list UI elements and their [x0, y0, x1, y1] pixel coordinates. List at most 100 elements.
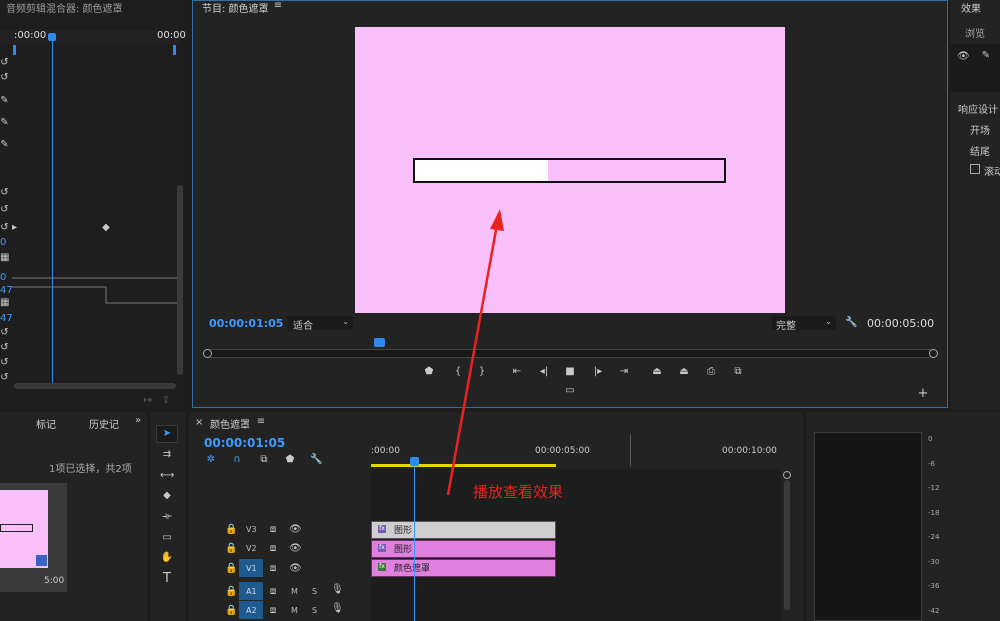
sync-icon[interactable]: ⧈	[268, 587, 278, 597]
eye-icon[interactable]: 👁	[289, 564, 302, 574]
track-row-v3[interactable]	[195, 521, 371, 539]
timeline-vertical-scrollbar[interactable]	[784, 480, 790, 610]
scroll-checkbox[interactable]	[970, 164, 980, 174]
effects-item-outro[interactable]: 结尾	[970, 143, 990, 158]
lock-icon[interactable]: 🔒	[225, 606, 237, 616]
extract-button[interactable]: ⏏	[677, 366, 691, 378]
timeline-timecode[interactable]: 00:00:01:05	[204, 436, 285, 450]
timeline-playhead-icon[interactable]	[410, 457, 419, 466]
lift-button[interactable]: ⏏	[650, 366, 664, 378]
mixer-grid-icon[interactable]: ▦	[0, 253, 9, 263]
mixer-horizontal-scrollbar[interactable]	[14, 383, 176, 389]
rectangle-tool[interactable]: ▭	[160, 533, 174, 543]
eye-icon[interactable]: 👁	[289, 525, 302, 535]
effects-item-scroll[interactable]: 滚动	[984, 163, 1000, 178]
ripple-edit-tool[interactable]: ⟷	[160, 471, 174, 481]
project-tab-marker[interactable]: 标记	[36, 416, 56, 431]
mixer-export-icon[interactable]: ↦	[142, 396, 154, 406]
effects-item-intro[interactable]: 开场	[970, 122, 990, 137]
go-to-in-button[interactable]: ⇤	[510, 366, 524, 378]
program-monitor-title[interactable]: 节目: 颜色遮罩	[202, 0, 269, 15]
program-timecode[interactable]: 00:00:01:05	[209, 317, 283, 330]
step-forward-button[interactable]: |▸	[591, 366, 605, 378]
effects-browse-tab[interactable]: 浏览	[965, 25, 985, 40]
more-tabs-icon[interactable]: »	[132, 416, 144, 426]
sync-icon[interactable]: ⧈	[268, 606, 278, 616]
solo-button[interactable]: S	[312, 606, 317, 615]
step-back-button[interactable]: ◂|	[537, 366, 551, 378]
mixer-reset-icon[interactable]: ↺	[0, 58, 9, 68]
snap-icon[interactable]: ✲	[205, 455, 217, 465]
mixer-reset-icon[interactable]: ↺	[0, 328, 9, 338]
lock-icon[interactable]: 🔒	[225, 587, 237, 597]
mixer-vertical-scrollbar[interactable]	[177, 185, 183, 375]
fit-dropdown[interactable]: 适合 ⌄	[287, 316, 353, 332]
stop-button[interactable]: ■	[563, 366, 577, 378]
eye-icon[interactable]: 👁	[957, 52, 970, 62]
quality-dropdown[interactable]: 完整 ⌄	[772, 316, 836, 332]
lock-icon[interactable]: 🔒	[225, 564, 237, 574]
clip-v2[interactable]: fx 图形	[371, 540, 556, 558]
close-icon[interactable]: ×	[195, 418, 203, 428]
mixer-reset-icon[interactable]: ↺	[0, 373, 9, 383]
mixer-share-icon[interactable]: ⇪	[160, 396, 172, 406]
microphone-icon[interactable]: 🎙	[331, 585, 344, 595]
panel-menu-icon[interactable]: ≡	[256, 417, 266, 427]
track-select-tool[interactable]: ⇉	[160, 450, 174, 460]
hand-tool[interactable]: ✋	[160, 553, 174, 563]
solo-button[interactable]: S	[312, 587, 317, 596]
go-to-out-button[interactable]: ⇥	[617, 366, 631, 378]
add-marker-icon[interactable]: ⬟	[284, 455, 296, 465]
export-frame-icon[interactable]: ⎙	[704, 366, 718, 378]
timeline-title[interactable]: 颜色遮罩	[210, 416, 250, 431]
sync-icon[interactable]: ⧈	[268, 564, 278, 574]
scrub-start-handle[interactable]	[203, 349, 212, 358]
mute-button[interactable]: M	[291, 587, 298, 596]
mixer-playhead-icon[interactable]	[48, 33, 56, 41]
mixer-value[interactable]: 47	[0, 285, 13, 296]
scrub-end-handle[interactable]	[929, 349, 938, 358]
pen-icon[interactable]: ✎	[980, 51, 992, 61]
selection-tool[interactable]: ➤	[156, 425, 178, 443]
mixer-value[interactable]: 47	[0, 313, 13, 324]
wrench-icon[interactable]: 🔧	[310, 455, 322, 465]
effects-title[interactable]: 效果	[961, 0, 981, 15]
comparison-view-button[interactable]: ⧉	[731, 366, 745, 378]
program-playhead-icon[interactable]	[374, 338, 385, 347]
mixer-value[interactable]: 0	[0, 237, 6, 248]
safe-margins-button[interactable]: ▭	[563, 385, 577, 397]
microphone-icon[interactable]: 🎙	[331, 604, 344, 614]
eye-icon[interactable]: 👁	[289, 544, 302, 554]
mixer-pen-icon[interactable]: ✎	[0, 118, 9, 128]
mixer-reset-icon[interactable]: ↺	[0, 188, 9, 198]
lock-icon[interactable]: 🔒	[225, 544, 237, 554]
project-thumbnail[interactable]: 5:00	[0, 483, 67, 592]
sync-icon[interactable]: ⧈	[268, 544, 278, 554]
panel-menu-icon[interactable]: ≡	[273, 1, 283, 11]
lock-icon[interactable]: 🔒	[225, 525, 237, 535]
timeline-scrollbar-knob[interactable]	[783, 471, 791, 479]
add-marker-button[interactable]: ⬟	[422, 366, 436, 378]
mixer-expand-icon[interactable]: ▸	[10, 223, 19, 233]
linked-selection-icon[interactable]: ⧉	[258, 455, 270, 465]
slip-tool[interactable]: ⟛	[160, 512, 174, 522]
keyframe-icon[interactable]: ◆	[101, 223, 111, 233]
mixer-value[interactable]: 0	[0, 272, 6, 283]
project-tab-history[interactable]: 历史记	[89, 416, 119, 431]
mixer-pen-icon[interactable]: ✎	[0, 140, 9, 150]
type-tool[interactable]: T	[160, 572, 174, 585]
program-scrub-bar[interactable]	[206, 349, 934, 358]
mixer-reset-icon[interactable]: ↺	[0, 205, 9, 215]
mixer-reset-icon[interactable]: ↺	[0, 343, 9, 353]
clip-v1[interactable]: fx 颜色遮罩	[371, 559, 556, 577]
sync-icon[interactable]: ⧈	[268, 525, 278, 535]
magnet-icon[interactable]: ∩	[231, 455, 243, 465]
mixer-reset-icon[interactable]: ↺	[0, 223, 9, 233]
mixer-reset-icon[interactable]: ↺	[0, 73, 9, 83]
mixer-pen-icon[interactable]: ✎	[0, 96, 9, 106]
mixer-grid-icon[interactable]: ▦	[0, 298, 9, 308]
wrench-icon[interactable]: 🔧	[845, 318, 857, 328]
add-button[interactable]: +	[916, 387, 930, 400]
razor-tool[interactable]: ◆	[160, 491, 174, 501]
mute-button[interactable]: M	[291, 606, 298, 615]
